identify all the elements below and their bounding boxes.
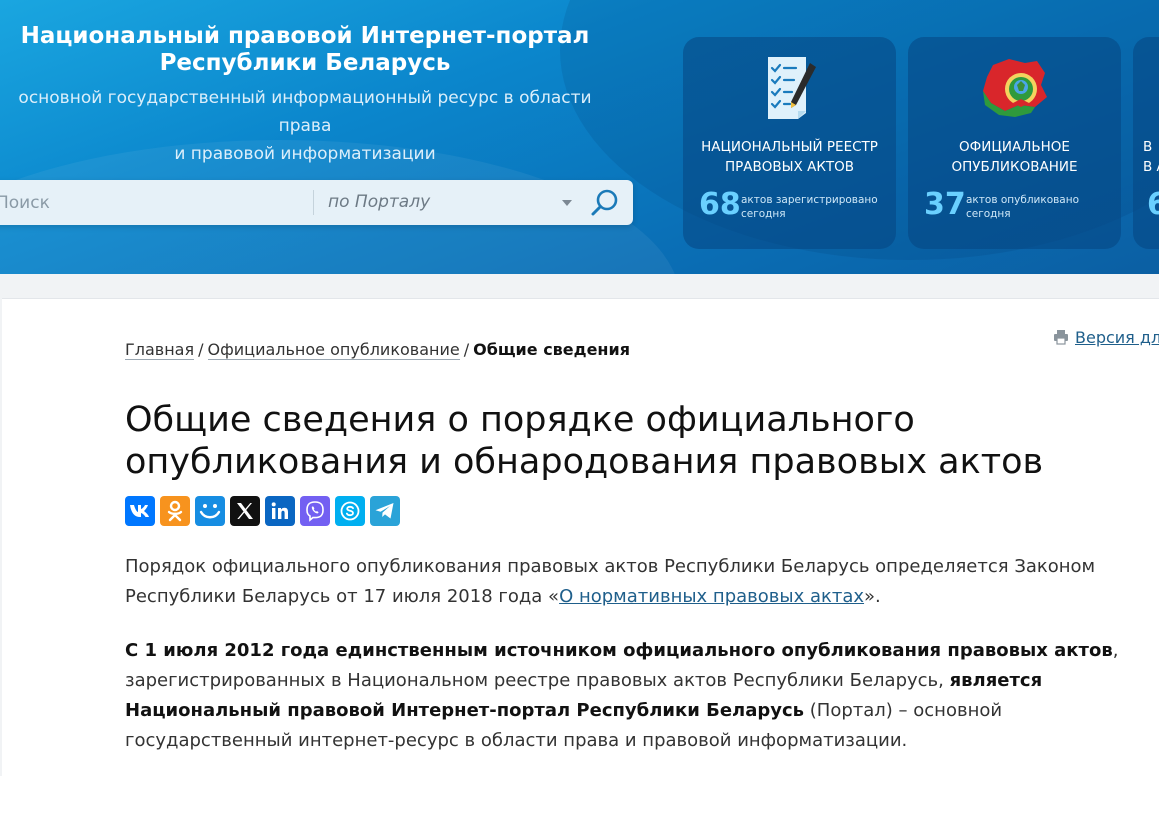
card-count-text: актов зарегистрировано сегодня bbox=[741, 194, 878, 220]
printer-icon bbox=[1054, 330, 1068, 345]
breadcrumb-current: Общие сведения bbox=[473, 340, 630, 359]
card-count: 37 bbox=[924, 187, 966, 222]
linkedin-icon bbox=[271, 502, 288, 519]
card-count: 6 bbox=[1147, 187, 1159, 222]
intro-paragraph: Порядок официального опубликования право… bbox=[125, 556, 1096, 607]
odnoklassniki-icon bbox=[167, 500, 183, 522]
share-telegram-button[interactable] bbox=[370, 496, 400, 526]
search-icon bbox=[591, 189, 618, 216]
law-link[interactable]: О нормативных правовых актах bbox=[559, 586, 864, 607]
breadcrumb-separator: / bbox=[198, 340, 204, 359]
portal-title[interactable]: Национальный правовой Интернет-портал Ре… bbox=[0, 23, 610, 77]
x-icon bbox=[237, 503, 253, 519]
skype-icon bbox=[340, 501, 360, 521]
breadcrumb: Главная / Официальное опубликование / Общие … bbox=[125, 340, 630, 360]
vk-icon bbox=[130, 505, 149, 517]
share-odnoklassniki-button[interactable] bbox=[160, 496, 190, 526]
portal-title-line1: Национальный правовой Интернет-портал bbox=[20, 23, 590, 49]
card-label: ОФИЦИАЛЬНОЕ ОПУБЛИКОВАНИЕ bbox=[951, 139, 1078, 175]
breadcrumb-official-publication[interactable]: Официальное опубликование bbox=[207, 340, 460, 360]
search-button[interactable] bbox=[588, 186, 622, 220]
portal-subtitle-line1: основной государственный информационный … bbox=[18, 88, 592, 136]
breadcrumb-separator: / bbox=[463, 340, 470, 359]
share-vk-button[interactable] bbox=[125, 496, 155, 526]
card-label: В В А bbox=[1143, 139, 1159, 175]
belarus-map-emblem-icon bbox=[982, 59, 1047, 117]
breadcrumb-home[interactable]: Главная bbox=[125, 340, 195, 360]
chevron-down-icon[interactable] bbox=[562, 200, 572, 206]
share-buttons bbox=[125, 496, 400, 526]
print-version-link[interactable]: Версия для bbox=[1053, 328, 1159, 347]
publication-source-paragraph: С 1 июля 2012 года единственным источник… bbox=[125, 640, 1119, 751]
card-official-publication[interactable]: ОФИЦИАЛЬНОЕ ОПУБЛИКОВАНИЕ 37 актов опубл… bbox=[908, 37, 1121, 249]
viber-icon bbox=[306, 501, 324, 522]
search-bar: по Порталу bbox=[0, 180, 633, 225]
card-count-text: актов опубликовано сегодня bbox=[966, 194, 1080, 220]
share-linkedin-button[interactable] bbox=[265, 496, 295, 526]
site-header: Национальный правовой Интернет-портал Ре… bbox=[0, 0, 1159, 274]
portal-title-line2: Республики Беларусь bbox=[159, 50, 451, 76]
document-checklist-icon bbox=[767, 57, 816, 119]
search-input[interactable] bbox=[0, 180, 312, 225]
search-scope-select[interactable]: по Порталу bbox=[328, 192, 430, 212]
page-title: Общие сведения о порядке официального оп… bbox=[125, 400, 1044, 482]
share-viber-button[interactable] bbox=[300, 496, 330, 526]
moimir-icon bbox=[199, 504, 221, 519]
portal-subtitle: основной государственный информационный … bbox=[0, 84, 610, 168]
card-national-register[interactable]: НАЦИОНАЛЬНЫЙ РЕЕСТР ПРАВОВЫХ АКТОВ 68 ак… bbox=[683, 37, 896, 249]
telegram-icon bbox=[375, 503, 394, 519]
portal-subtitle-line2: и правовой информатизации bbox=[174, 144, 436, 164]
card-partial[interactable]: В В А 6 bbox=[1133, 37, 1159, 249]
card-count: 68 bbox=[699, 187, 741, 222]
share-x-button[interactable] bbox=[230, 496, 260, 526]
share-skype-button[interactable] bbox=[335, 496, 365, 526]
search-divider bbox=[313, 190, 314, 215]
share-moimir-button[interactable] bbox=[195, 496, 225, 526]
card-label: НАЦИОНАЛЬНЫЙ РЕЕСТР ПРАВОВЫХ АКТОВ bbox=[701, 139, 878, 175]
